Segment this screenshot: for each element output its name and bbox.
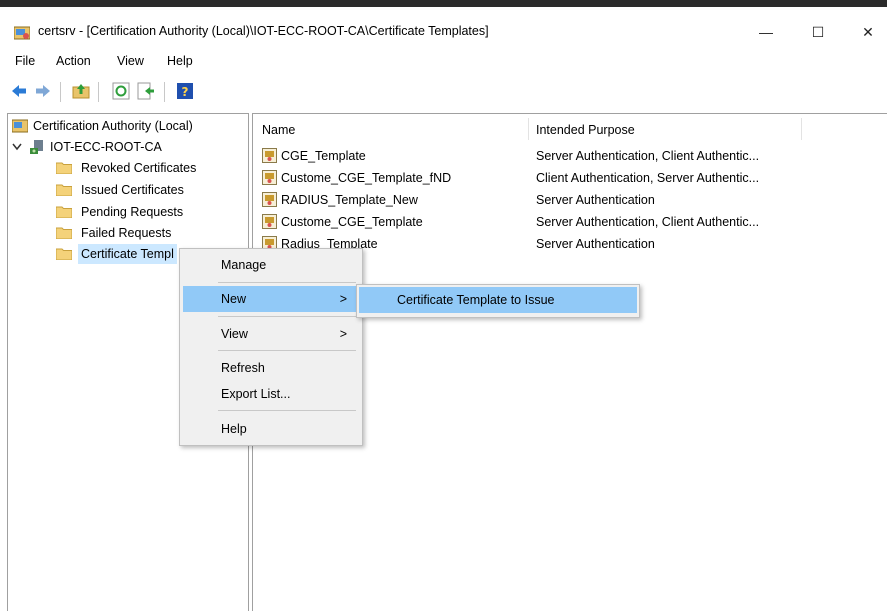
template-name: CGE_Template <box>281 149 366 163</box>
context-menu-label: Refresh <box>221 361 265 375</box>
tree-item-label: Certificate Templ <box>78 244 177 264</box>
certification-authority-icon <box>12 119 28 133</box>
toolbar-separator <box>164 82 165 102</box>
context-menu-view[interactable]: View > <box>183 321 359 347</box>
context-menu-label: View <box>221 327 248 341</box>
window-title: certsrv - [Certification Authority (Loca… <box>38 24 489 38</box>
forward-arrow-icon[interactable] <box>34 82 52 100</box>
menu-action[interactable]: Action <box>56 54 91 68</box>
context-menu-refresh[interactable]: Refresh <box>183 355 359 381</box>
context-menu-label: New <box>221 292 247 306</box>
template-name: Custome_CGE_Template <box>281 215 423 229</box>
column-separator[interactable] <box>528 118 529 140</box>
new-submenu: Certificate Template to Issue <box>356 284 640 318</box>
svg-text:?: ? <box>182 85 189 99</box>
template-purpose: Client Authentication, Server Authentic.… <box>536 171 760 185</box>
context-menu-manage[interactable]: Manage <box>183 252 359 278</box>
context-menu-help[interactable]: Help <box>183 416 359 442</box>
folder-icon <box>56 227 72 239</box>
chevron-right-icon: > <box>339 292 347 306</box>
chevron-down-icon[interactable] <box>12 143 22 151</box>
window-top-border <box>0 0 887 7</box>
up-folder-icon[interactable] <box>72 82 90 100</box>
toolbar-separator <box>60 82 61 102</box>
back-arrow-icon[interactable] <box>10 82 28 100</box>
close-button[interactable]: ✕ <box>845 17 887 47</box>
template-purpose: Server Authentication <box>536 193 655 207</box>
certificate-template-icon <box>262 192 277 207</box>
certificate-template-icon <box>262 148 277 163</box>
toolbar-separator <box>98 82 99 102</box>
column-header-intended-purpose[interactable]: Intended Purpose <box>536 119 635 141</box>
menu-separator <box>218 316 356 317</box>
menu-file[interactable]: File <box>15 54 35 68</box>
table-row[interactable]: Custome_CGE_Template_fND Client Authenti… <box>262 167 862 189</box>
refresh-icon[interactable] <box>112 82 130 100</box>
context-menu-export-list[interactable]: Export List... <box>183 381 359 407</box>
menu-separator <box>218 282 356 283</box>
tree-item-label: Issued Certificates <box>81 183 184 197</box>
folder-icon <box>56 206 72 218</box>
folder-icon <box>56 184 72 196</box>
folder-icon <box>56 162 72 174</box>
template-name: RADIUS_Template_New <box>281 193 418 207</box>
tree-item-label: Pending Requests <box>81 205 184 219</box>
minimize-button[interactable]: — <box>743 17 789 47</box>
template-name: Custome_CGE_Template_fND <box>281 171 452 185</box>
table-row[interactable]: CGE_Template Server Authentication, Clie… <box>262 145 862 167</box>
menu-bar: File Action View Help <box>0 49 887 73</box>
column-separator[interactable] <box>801 118 802 140</box>
certificate-template-icon <box>262 214 277 229</box>
help-icon[interactable]: ? <box>176 82 194 100</box>
certificate-template-icon <box>262 170 277 185</box>
template-purpose: Server Authentication, Client Authentic.… <box>536 149 760 163</box>
chevron-right-icon: > <box>339 327 347 341</box>
submenu-certificate-template-to-issue[interactable]: Certificate Template to Issue <box>359 287 637 313</box>
column-header-name[interactable]: Name <box>262 119 295 141</box>
ca-server-icon <box>30 140 43 154</box>
template-purpose: Server Authentication <box>536 237 655 251</box>
folder-icon <box>56 248 72 260</box>
tree-ca-label: IOT-ECC-ROOT-CA <box>50 140 162 154</box>
context-menu-label: Help <box>221 422 247 436</box>
title-bar: certsrv - [Certification Authority (Loca… <box>0 7 887 47</box>
submenu-label: Certificate Template to Issue <box>397 293 555 307</box>
tree-item-label: Failed Requests <box>81 226 172 240</box>
maximize-button[interactable]: ☐ <box>795 17 841 47</box>
tree-item-label: Revoked Certificates <box>81 161 197 175</box>
menu-view[interactable]: View <box>117 54 144 68</box>
table-row[interactable]: RADIUS_Template_New Server Authenticatio… <box>262 189 862 211</box>
context-menu-label: Export List... <box>221 387 291 401</box>
tree-root-label: Certification Authority (Local) <box>33 119 193 133</box>
menu-separator <box>218 410 356 411</box>
menu-separator <box>218 350 356 351</box>
certsrv-app-icon <box>14 26 30 40</box>
context-menu-new[interactable]: New > <box>183 286 359 312</box>
export-list-icon[interactable] <box>137 82 155 100</box>
table-row[interactable]: Custome_CGE_Template Server Authenticati… <box>262 211 862 233</box>
menu-help[interactable]: Help <box>167 54 193 68</box>
toolbar: ? <box>0 78 887 104</box>
context-menu-label: Manage <box>221 258 267 272</box>
template-purpose: Server Authentication, Client Authentic.… <box>536 215 760 229</box>
context-menu: Manage New > View > Refresh Export List.… <box>179 248 363 446</box>
